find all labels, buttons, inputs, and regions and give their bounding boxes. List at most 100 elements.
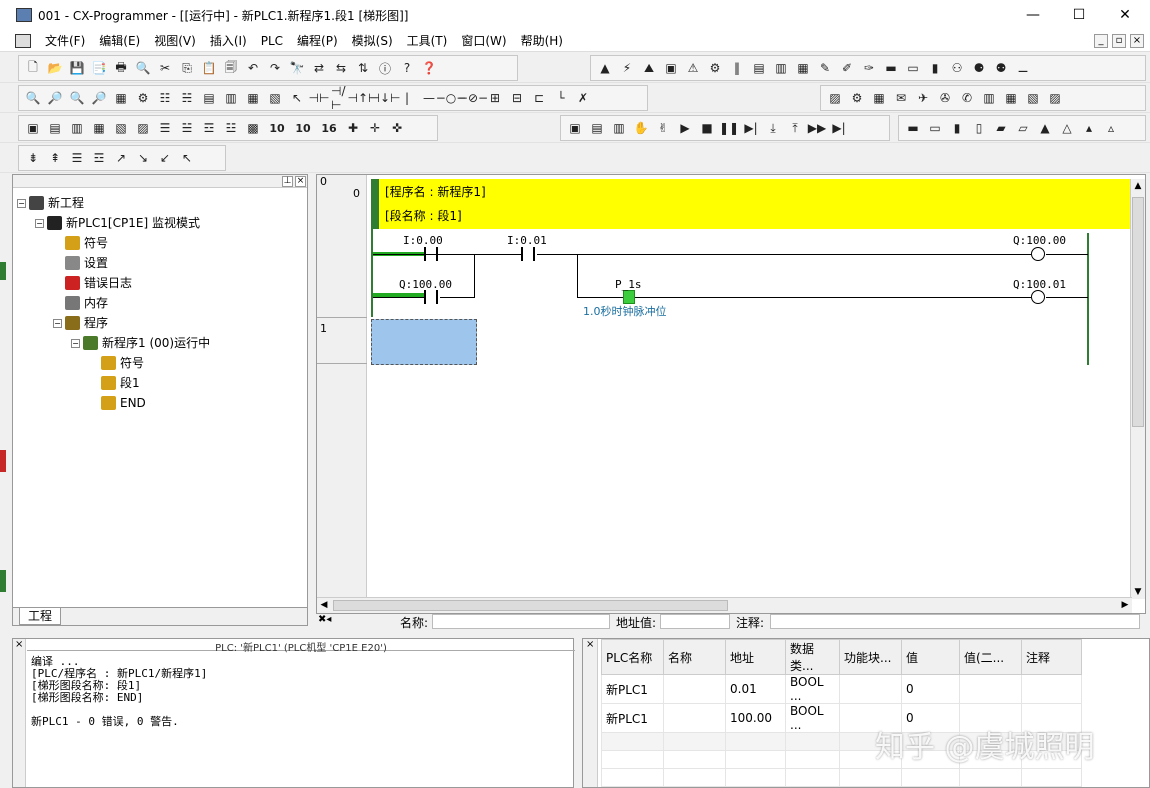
row2_b-button-6[interactable]: ✆ [957, 88, 977, 108]
collapse-toggle[interactable]: − [71, 338, 80, 348]
contact-p-1s[interactable] [623, 290, 635, 304]
collapse-toggle[interactable]: − [35, 218, 44, 228]
row2_a-button-10[interactable]: ▦ [243, 88, 263, 108]
row2_a-button-6[interactable]: ☷ [155, 88, 175, 108]
coil-q100-00[interactable] [1031, 247, 1045, 261]
row3_b-button-1[interactable]: ▤ [587, 118, 607, 138]
menu-file[interactable]: 文件(F) [45, 32, 85, 49]
row1_a-button-16[interactable]: ⓘ [375, 58, 395, 78]
maximize-button[interactable]: ☐ [1056, 0, 1102, 30]
row1_b-button-17[interactable]: ⚈ [969, 58, 989, 78]
output-grip[interactable] [13, 639, 26, 787]
menu-edit[interactable]: 编辑(E) [99, 32, 140, 49]
row2_b-button-1[interactable]: ⚙ [847, 88, 867, 108]
close-button[interactable]: ✕ [1102, 0, 1148, 30]
row1_a-button-18[interactable]: ❓ [419, 58, 439, 78]
row3_c-button-1[interactable]: ▭ [925, 118, 945, 138]
menu-insert[interactable]: 插入(I) [210, 32, 247, 49]
row3_c-button-2[interactable]: ▮ [947, 118, 967, 138]
tree-item[interactable]: 符号 [53, 233, 108, 253]
horizontal-scrollbar[interactable]: ◀ ▶ [317, 597, 1132, 613]
tree-item[interactable]: 内存 [53, 293, 108, 313]
tree-item[interactable]: 错误日志 [53, 273, 132, 293]
watch-grip[interactable] [583, 639, 598, 787]
row2_b-button-7[interactable]: ▥ [979, 88, 999, 108]
tree-item[interactable]: 段1 [89, 373, 140, 393]
vertical-scrollbar[interactable]: ▲ ▼ [1130, 179, 1145, 599]
row3_b-button-4[interactable]: ✌ [653, 118, 673, 138]
row1_a-button-6[interactable]: ✂ [155, 58, 175, 78]
column-header[interactable]: 值(二... [959, 639, 1022, 675]
row3_b-button-2[interactable]: ▥ [609, 118, 629, 138]
row3_c-button-8[interactable]: ▴ [1079, 118, 1099, 138]
tab-project[interactable]: 工程 [19, 608, 62, 625]
row2_a-button-24[interactable]: └ [551, 88, 571, 108]
row1_a-button-11[interactable]: ↷ [265, 58, 285, 78]
menu-view[interactable]: 视图(V) [154, 32, 196, 49]
tree-item[interactable]: 符号 [89, 353, 144, 373]
row3_a-button-0[interactable]: ▣ [23, 118, 43, 138]
row2_a-button-16[interactable]: ⊣↓⊢ [370, 88, 401, 108]
tree-item[interactable]: 设置 [53, 253, 108, 273]
row1_a-button-1[interactable]: 📂 [45, 58, 65, 78]
row1_a-button-13[interactable]: ⇄ [309, 58, 329, 78]
tree-item[interactable]: − 新程序1 (00)运行中 [71, 333, 210, 353]
row1_a-button-8[interactable]: 📋 [199, 58, 219, 78]
row1_b-button-7[interactable]: ▤ [749, 58, 769, 78]
row3_c-button-9[interactable]: ▵ [1101, 118, 1121, 138]
row2_a-button-9[interactable]: ▥ [221, 88, 241, 108]
row1_b-button-11[interactable]: ✐ [837, 58, 857, 78]
row1_a-button-9[interactable]: 🗐 [221, 58, 241, 78]
row2_a-button-23[interactable]: ⊏ [529, 88, 549, 108]
row2_a-button-8[interactable]: ▤ [199, 88, 219, 108]
row3_a-button-9[interactable]: ☳ [221, 118, 241, 138]
row4_a-button-0[interactable]: ⇟ [23, 148, 43, 168]
row1_b-button-5[interactable]: ⚙ [705, 58, 725, 78]
menu-simulate[interactable]: 模拟(S) [352, 32, 393, 49]
row1_b-button-1[interactable]: ⚡ [617, 58, 637, 78]
row4_a-button-6[interactable]: ↙ [155, 148, 175, 168]
row3_c-button-5[interactable]: ▱ [1013, 118, 1033, 138]
row1_b-button-3[interactable]: ▣ [661, 58, 681, 78]
row3_a-button-3[interactable]: ▦ [89, 118, 109, 138]
menu-help[interactable]: 帮助(H) [521, 32, 563, 49]
collapse-toggle[interactable]: − [53, 318, 62, 328]
row3_a-button-1[interactable]: ▤ [45, 118, 65, 138]
coil-q100-01[interactable] [1031, 290, 1045, 304]
row3_b-button-8[interactable]: ▶| [741, 118, 761, 138]
row1_b-button-0[interactable]: ▲ [595, 58, 615, 78]
row2_a-button-13[interactable]: ⊣⊢ [309, 88, 330, 108]
column-header[interactable]: 值 [901, 639, 960, 675]
row1_b-button-15[interactable]: ▮ [925, 58, 945, 78]
mdi-restore-button[interactable]: ▫ [1112, 34, 1126, 48]
contact-q100-00[interactable] [424, 290, 438, 304]
row2_a-button-0[interactable]: 🔍 [23, 88, 43, 108]
row4_a-button-2[interactable]: ☰ [67, 148, 87, 168]
column-header[interactable]: 功能块... [839, 639, 902, 675]
minimize-button[interactable]: — [1010, 0, 1056, 30]
row1_a-button-10[interactable]: ↶ [243, 58, 263, 78]
rung-comment[interactable]: [程序名 : 新程序1] [段名称 : 段1] [371, 179, 1132, 229]
row1_b-button-13[interactable]: ▬ [881, 58, 901, 78]
row1_b-button-6[interactable]: ‖ [727, 58, 747, 78]
menu-tools[interactable]: 工具(T) [407, 32, 448, 49]
row3_a-button-6[interactable]: ☰ [155, 118, 175, 138]
document-icon[interactable] [15, 33, 31, 48]
row3_b-button-12[interactable]: ▶| [829, 118, 849, 138]
menu-program[interactable]: 编程(P) [297, 32, 338, 49]
row1_a-button-7[interactable]: ⎘ [177, 58, 197, 78]
row2_b-button-4[interactable]: ✈ [913, 88, 933, 108]
row3_a-button-12[interactable]: 10 [291, 118, 315, 138]
row2_a-button-11[interactable]: ▧ [265, 88, 285, 108]
row1_a-button-3[interactable]: 📑 [89, 58, 109, 78]
row3_c-button-3[interactable]: ▯ [969, 118, 989, 138]
scroll-up-arrow[interactable]: ▲ [1131, 179, 1145, 193]
row2_a-button-7[interactable]: ☵ [177, 88, 197, 108]
row3_b-button-7[interactable]: ❚❚ [719, 118, 739, 138]
tree-item[interactable]: − 新工程 [17, 193, 84, 213]
menu-window[interactable]: 窗口(W) [461, 32, 506, 49]
scroll-left-arrow[interactable]: ◀ [317, 598, 331, 612]
row3_b-button-9[interactable]: ⤓ [763, 118, 783, 138]
row3_c-button-4[interactable]: ▰ [991, 118, 1011, 138]
row4_a-button-5[interactable]: ↘ [133, 148, 153, 168]
